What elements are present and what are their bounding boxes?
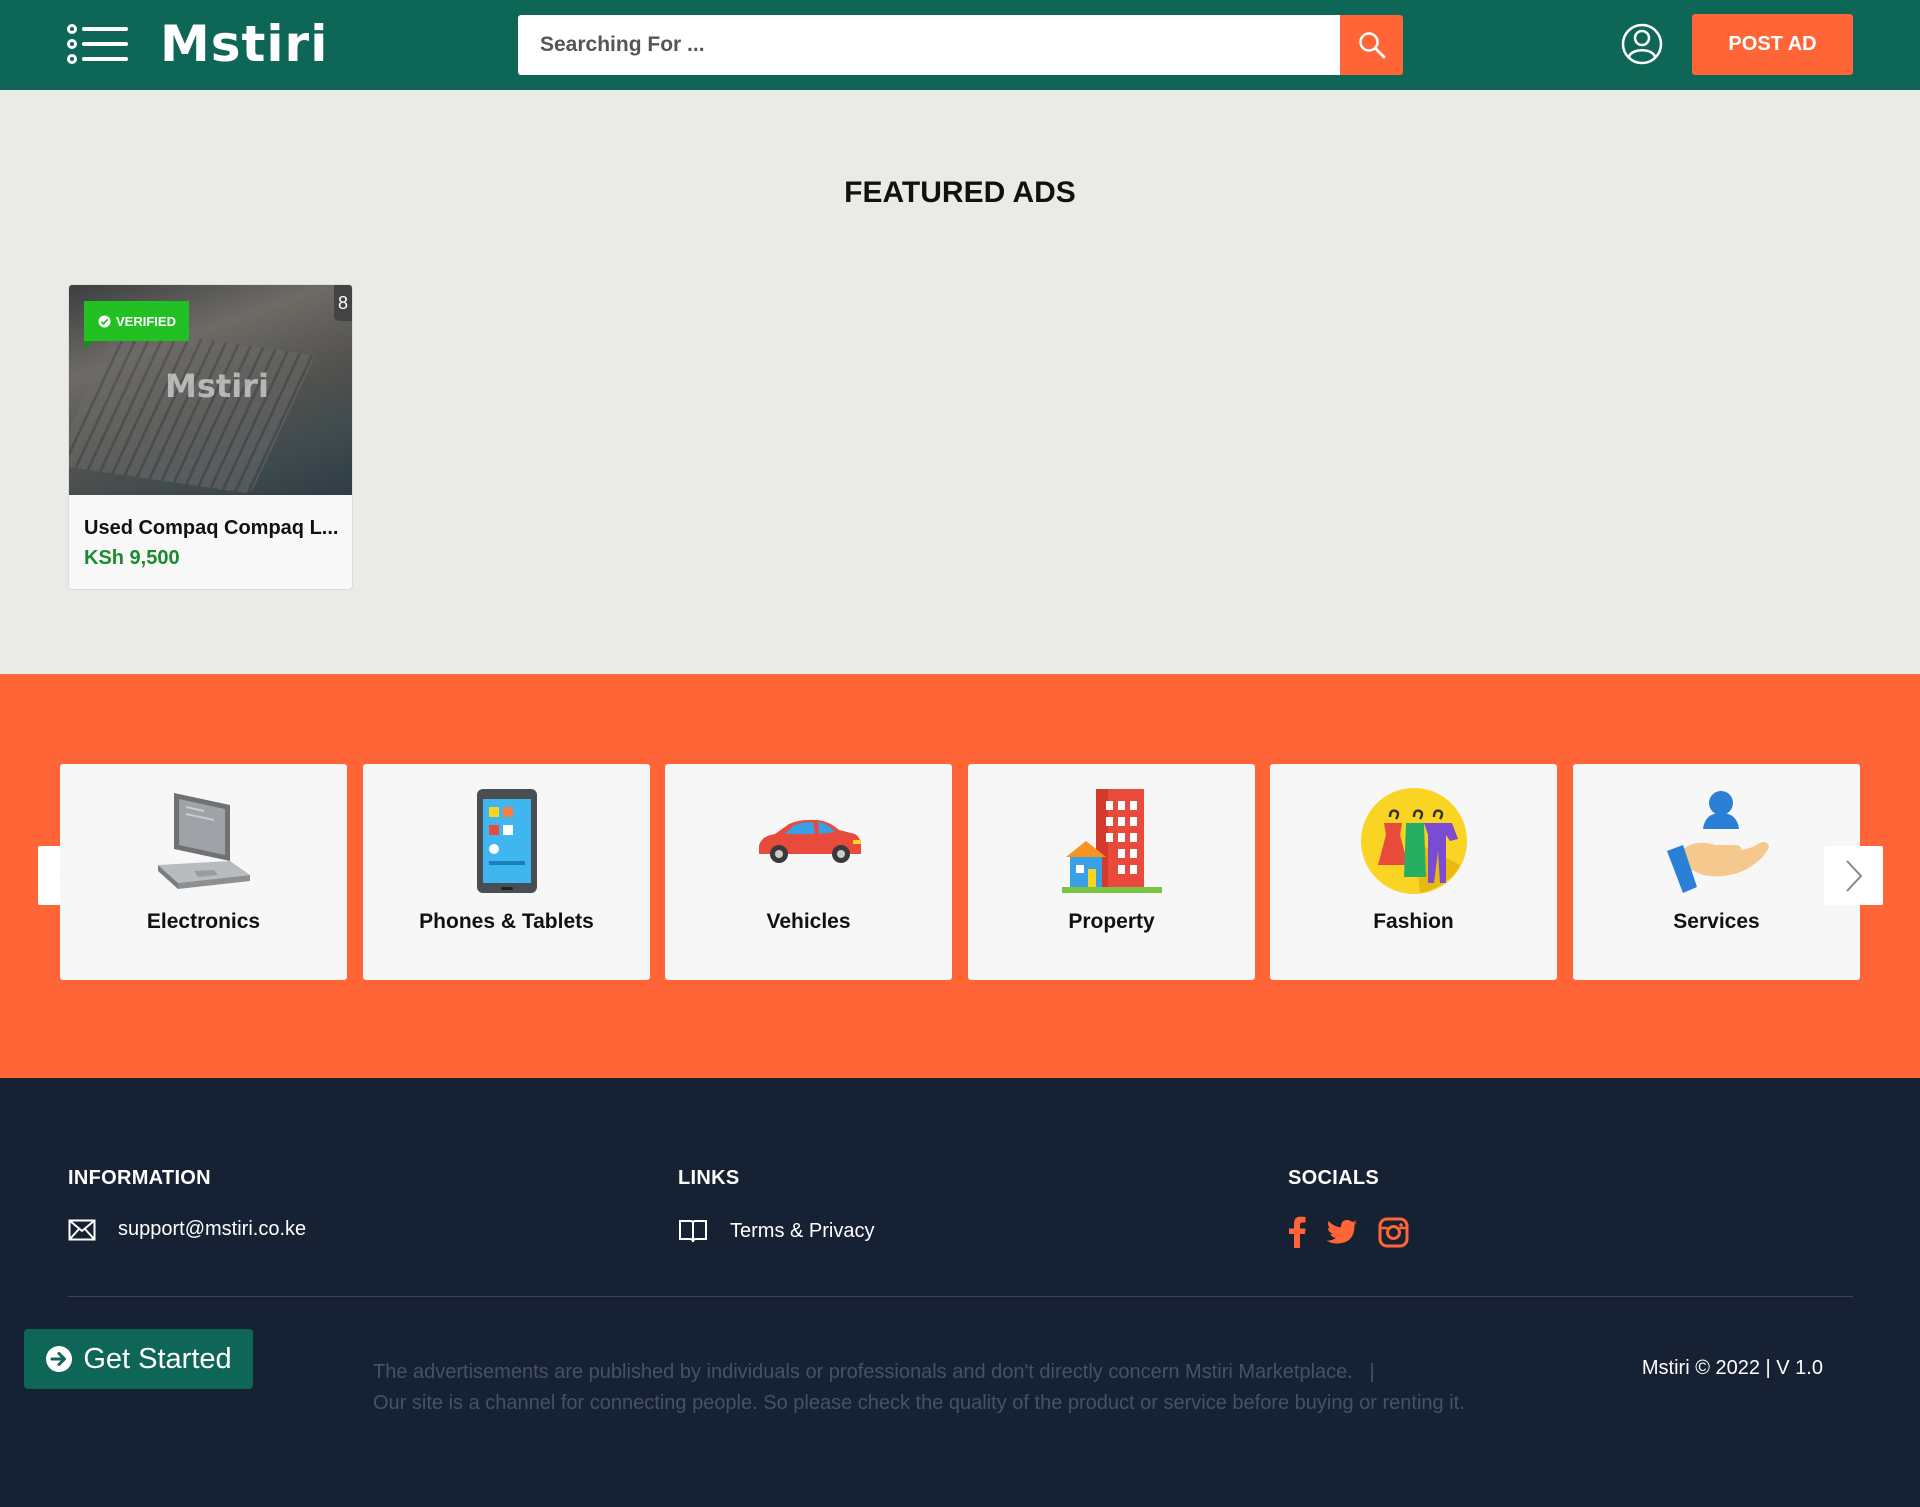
carousel-next-button[interactable] (1824, 846, 1883, 905)
logo-text: Mstiri (160, 15, 329, 73)
ad-price: KSh 9,500 (84, 547, 180, 569)
book-icon (679, 1220, 707, 1243)
category-label: Fashion (1373, 910, 1454, 933)
arrow-right-circle-icon (46, 1346, 73, 1372)
mail-icon (68, 1219, 96, 1240)
chevron-right-icon (1845, 859, 1862, 892)
twitter-icon[interactable] (1326, 1219, 1358, 1246)
footer-heading: INFORMATION (68, 1167, 211, 1189)
category-vehicles[interactable]: Vehicles (665, 764, 952, 980)
footer: INFORMATION support@mstiri.co.ke LINKS T… (0, 1078, 1920, 1507)
logo[interactable]: Mstiri (160, 14, 328, 74)
category-property[interactable]: Property (968, 764, 1255, 980)
ad-card[interactable]: Mstiri VERIFIED 8 Used Compaq Compaq L..… (68, 284, 353, 590)
footer-divider (68, 1296, 1853, 1297)
category-label: Phones & Tablets (419, 910, 594, 933)
instagram-icon[interactable] (1378, 1217, 1409, 1248)
category-fashion[interactable]: Fashion (1270, 764, 1557, 980)
laptop-icon (149, 786, 259, 896)
search-input[interactable] (518, 15, 1340, 75)
laptop-photo (69, 326, 316, 494)
car-icon (754, 786, 864, 896)
photo-count-badge: 8 (334, 285, 352, 321)
search-icon (1358, 32, 1385, 59)
footer-heading: LINKS (678, 1167, 740, 1189)
featured-ads-title: FEATURED ADS (844, 176, 1076, 209)
user-account-icon[interactable] (1621, 23, 1663, 65)
building-icon (1057, 786, 1167, 896)
footer-socials: SOCIALS (1288, 1167, 1409, 1248)
watermark: Mstiri (165, 367, 269, 405)
disclaimer: The advertisements are published by indi… (373, 1357, 1465, 1419)
header: Mstiri POST AD (0, 0, 1920, 90)
get-started-label: Get Started (83, 1342, 232, 1375)
verified-badge: VERIFIED (84, 301, 189, 349)
verified-label: VERIFIED (116, 313, 176, 329)
phone-icon (452, 786, 562, 896)
category-label: Property (1068, 910, 1155, 933)
ad-title[interactable]: Used Compaq Compaq L... (84, 517, 339, 540)
copyright: Mstiri © 2022 | V 1.0 (1641, 1357, 1823, 1379)
category-label: Electronics (146, 910, 261, 933)
category-services[interactable]: Services (1573, 764, 1860, 980)
clothes-icon (1359, 786, 1469, 896)
ad-image: Mstiri VERIFIED 8 (69, 285, 352, 495)
category-phones-tablets[interactable]: Phones & Tablets (363, 764, 650, 980)
terms-privacy-link[interactable]: Terms & Privacy (730, 1220, 874, 1243)
category-label: Vehicles (766, 910, 851, 933)
footer-heading: SOCIALS (1288, 1167, 1379, 1189)
search-button[interactable] (1340, 15, 1403, 75)
menu-icon[interactable] (66, 24, 130, 64)
categories-carousel: Electronics Phones & Tablets Vehicles Pr… (0, 674, 1920, 1078)
search-bar (518, 15, 1403, 75)
post-ad-button[interactable]: POST AD (1692, 14, 1853, 75)
disclaimer-line-2: Our site is a channel for connecting peo… (373, 1392, 1465, 1414)
check-circle-icon (98, 315, 111, 327)
footer-information: INFORMATION support@mstiri.co.ke (68, 1167, 306, 1241)
facebook-icon[interactable] (1288, 1216, 1306, 1248)
category-electronics[interactable]: Electronics (60, 764, 347, 980)
service-hand-icon (1662, 786, 1772, 896)
get-started-button[interactable]: Get Started (24, 1329, 253, 1389)
support-email-link[interactable]: support@mstiri.co.ke (118, 1218, 306, 1241)
footer-links: LINKS Terms & Privacy (678, 1167, 874, 1244)
category-label: Services (1673, 910, 1760, 933)
disclaimer-line-1: The advertisements are published by indi… (373, 1361, 1375, 1383)
